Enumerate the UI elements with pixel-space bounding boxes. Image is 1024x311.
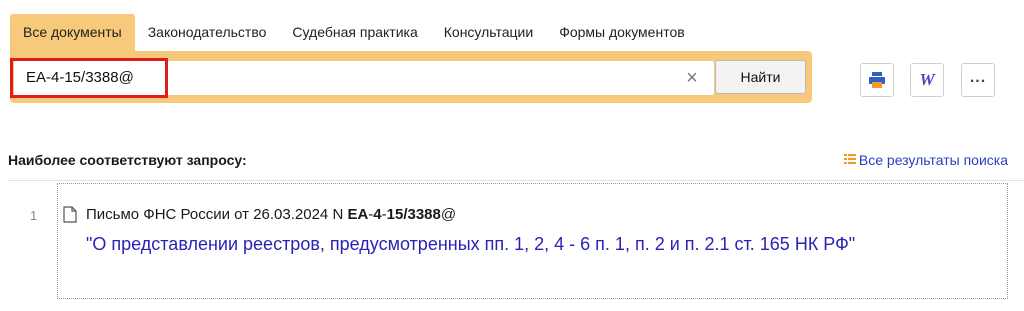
doc-number-4: 4 <box>373 206 382 223</box>
search-panel: × Найти <box>10 51 812 103</box>
tab-court-practice[interactable]: Судебная практика <box>279 14 430 51</box>
clear-icon[interactable]: × <box>682 61 702 95</box>
results-heading: Наиболее соответствуют запросу: <box>8 152 247 168</box>
print-button[interactable] <box>860 63 894 97</box>
doc-number-ea: ЕА <box>347 206 369 223</box>
tab-consultations[interactable]: Консультации <box>431 14 546 51</box>
search-tabs: Все документы Законодательство Судебная … <box>10 14 698 51</box>
list-icon <box>843 152 856 168</box>
save-to-word-button[interactable]: W <box>910 63 944 97</box>
tab-all-documents[interactable]: Все документы <box>10 14 135 51</box>
doc-number-3388: 3388 <box>407 206 441 223</box>
print-icon <box>869 72 885 88</box>
more-button[interactable]: ... <box>961 63 995 97</box>
all-results-label: Все результаты поиска <box>858 152 1008 168</box>
doc-number-suffix: @ <box>440 206 457 223</box>
divider <box>8 180 1024 181</box>
tab-document-forms[interactable]: Формы документов <box>546 14 698 51</box>
find-button[interactable]: Найти <box>715 60 806 94</box>
search-field: × <box>10 58 714 98</box>
document-icon <box>63 206 77 228</box>
doc-number-15: 15 <box>386 206 404 223</box>
search-input[interactable] <box>26 61 666 95</box>
word-icon: W <box>919 70 935 89</box>
all-results-link[interactable]: Все результаты поиска <box>843 152 1008 168</box>
result-meta-prefix: Письмо ФНС России от 26.03.2024 N <box>86 206 348 223</box>
result-number: 1 <box>30 208 38 223</box>
tab-legislation[interactable]: Законодательство <box>135 14 280 51</box>
result-title-link[interactable]: "О представлении реестров, предусмотренн… <box>86 231 926 257</box>
more-icon: ... <box>969 69 987 86</box>
result-meta: Письмо ФНС России от 26.03.2024 N ЕА-4-1… <box>86 206 456 223</box>
